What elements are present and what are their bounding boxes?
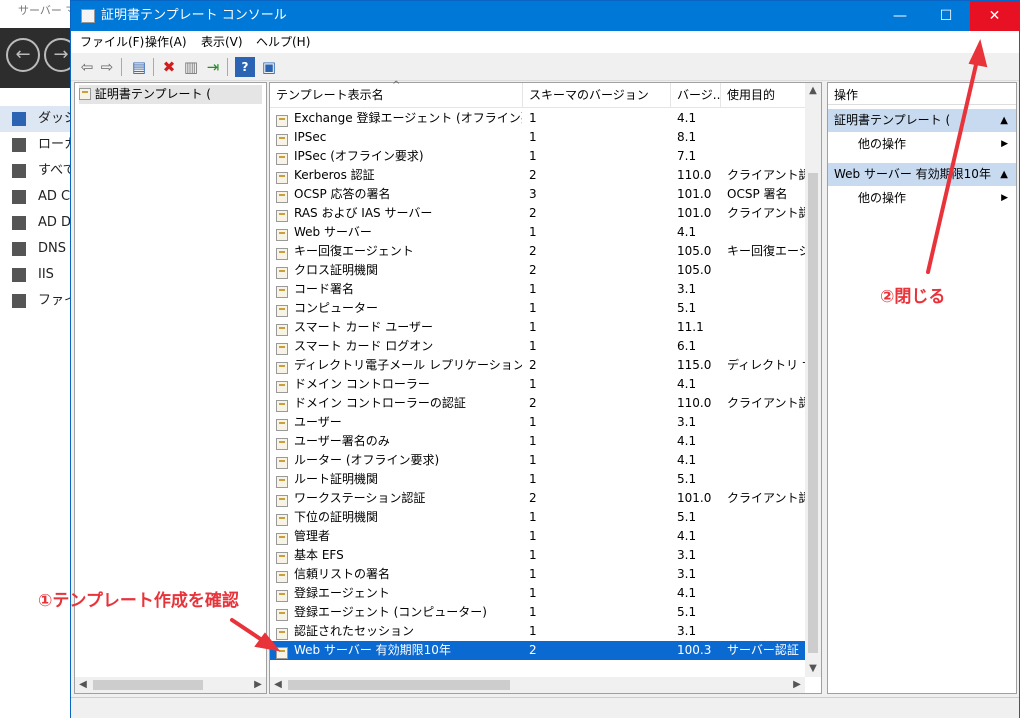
annotation-arrowhead-right: [968, 39, 988, 68]
annotation-overlay: [230, 39, 988, 652]
annotation-confirm-template: ①テンプレート作成を確認: [38, 591, 239, 611]
annotation-close: ②閉じる: [880, 287, 946, 307]
annotation-arrow-right: [926, 54, 980, 274]
